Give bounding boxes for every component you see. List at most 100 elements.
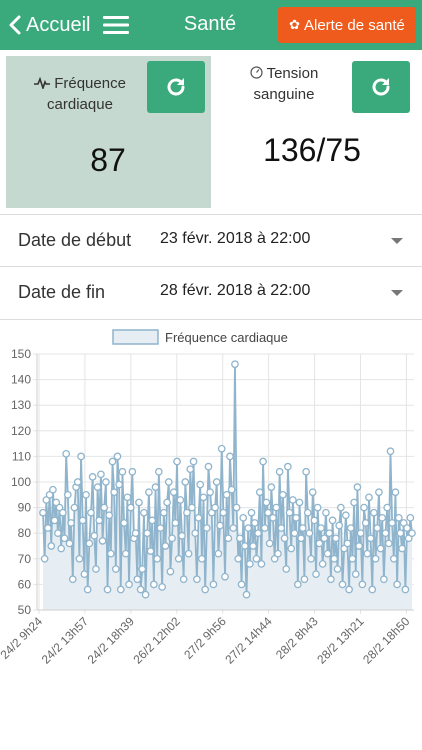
data-point bbox=[378, 513, 387, 522]
x-tick-label: 27/2 9h56 bbox=[181, 614, 229, 662]
heart-rate-refresh-button[interactable] bbox=[147, 61, 205, 113]
data-point bbox=[317, 524, 325, 532]
data-point bbox=[275, 467, 284, 476]
data-point bbox=[93, 483, 102, 491]
data-point bbox=[303, 508, 312, 517]
data-point bbox=[78, 516, 87, 525]
data-point bbox=[138, 565, 147, 573]
data-point bbox=[373, 524, 382, 532]
data-point bbox=[280, 534, 289, 543]
data-point bbox=[44, 524, 52, 532]
data-point bbox=[308, 488, 317, 497]
data-point bbox=[85, 539, 94, 548]
x-tick-label: 27/2 14h44 bbox=[222, 614, 275, 667]
chevron-down-icon bbox=[391, 238, 403, 244]
data-point bbox=[161, 542, 170, 550]
data-point bbox=[229, 524, 238, 532]
x-tick-label: 24/2 13h57 bbox=[39, 614, 92, 667]
data-point bbox=[332, 534, 340, 543]
data-point bbox=[181, 478, 190, 486]
data-point bbox=[333, 565, 342, 573]
data-point bbox=[65, 539, 74, 548]
chevron-left-icon bbox=[9, 15, 21, 35]
blood-pressure-refresh-button[interactable] bbox=[352, 61, 410, 113]
data-point bbox=[289, 496, 297, 504]
data-point bbox=[184, 549, 193, 558]
data-point bbox=[123, 493, 132, 502]
data-point bbox=[232, 503, 241, 512]
data-point bbox=[133, 575, 142, 584]
end-date-label: Date de fin bbox=[18, 282, 106, 302]
x-tick-label: 28/2 18h50 bbox=[360, 614, 413, 667]
data-point bbox=[156, 524, 165, 532]
data-point bbox=[174, 554, 183, 563]
data-point bbox=[370, 508, 378, 517]
data-point bbox=[406, 513, 415, 522]
data-point bbox=[380, 575, 388, 584]
refresh-icon bbox=[372, 78, 390, 96]
data-point bbox=[389, 554, 398, 563]
data-point bbox=[70, 503, 79, 512]
data-point bbox=[128, 467, 137, 476]
data-point bbox=[92, 565, 100, 573]
x-tick-label: 28/2 13h21 bbox=[314, 614, 367, 667]
data-point bbox=[285, 508, 294, 517]
data-point bbox=[221, 572, 229, 581]
data-point bbox=[231, 360, 239, 369]
data-point bbox=[131, 529, 140, 538]
data-point bbox=[227, 485, 236, 494]
data-point bbox=[67, 519, 75, 527]
data-point bbox=[408, 529, 416, 538]
y-tick-label: 50 bbox=[18, 603, 32, 617]
hamburger-menu-icon[interactable] bbox=[103, 14, 129, 36]
data-point bbox=[136, 585, 145, 594]
data-point bbox=[108, 457, 117, 466]
data-point bbox=[217, 444, 226, 453]
data-point bbox=[358, 580, 367, 589]
data-point bbox=[384, 539, 393, 548]
data-point bbox=[383, 503, 392, 512]
blood-pressure-label: Tension sanguine bbox=[222, 63, 346, 105]
start-date-row[interactable]: Date de début 23 févr. 2018 à 22:00 bbox=[0, 214, 422, 266]
end-date-row[interactable]: Date de fin 28 févr. 2018 à 22:00 bbox=[0, 266, 422, 318]
top-bar: Accueil Santé ✿ Alerte de santé bbox=[0, 0, 422, 50]
data-point bbox=[121, 549, 130, 558]
back-label: Accueil bbox=[26, 13, 91, 36]
data-point bbox=[226, 452, 234, 461]
back-button[interactable]: Accueil bbox=[8, 11, 90, 39]
pulse-icon bbox=[34, 76, 51, 91]
data-point bbox=[396, 529, 405, 538]
blood-pressure-card[interactable]: Tension sanguine 136/75 bbox=[216, 56, 422, 208]
data-point bbox=[202, 524, 211, 532]
data-point bbox=[375, 488, 383, 497]
data-point bbox=[135, 498, 143, 507]
data-point bbox=[206, 488, 214, 497]
data-point bbox=[198, 554, 206, 563]
data-point bbox=[87, 508, 95, 517]
health-alert-button[interactable]: ✿ Alerte de santé bbox=[278, 7, 416, 43]
data-point bbox=[361, 519, 370, 527]
data-point bbox=[305, 529, 314, 538]
data-point bbox=[120, 519, 128, 527]
data-point bbox=[363, 549, 372, 558]
data-point bbox=[224, 534, 233, 543]
data-point bbox=[267, 483, 276, 491]
data-point bbox=[154, 467, 163, 476]
data-point bbox=[234, 554, 243, 563]
data-point bbox=[106, 549, 115, 558]
data-point bbox=[148, 516, 157, 525]
data-point bbox=[115, 480, 123, 489]
data-point bbox=[327, 575, 335, 584]
data-point bbox=[50, 516, 59, 525]
data-point bbox=[257, 560, 266, 568]
heart-rate-label-line1: Fréquence bbox=[54, 75, 126, 92]
divider bbox=[0, 319, 422, 320]
data-point bbox=[111, 565, 120, 573]
data-point bbox=[338, 580, 347, 589]
data-point bbox=[49, 485, 57, 494]
x-tick-label: 28/2 8h43 bbox=[273, 614, 321, 662]
data-point bbox=[163, 498, 171, 507]
data-point bbox=[116, 585, 125, 594]
data-point bbox=[274, 549, 282, 558]
heart-rate-card[interactable]: Fréquence cardiaque 87 bbox=[6, 56, 211, 208]
